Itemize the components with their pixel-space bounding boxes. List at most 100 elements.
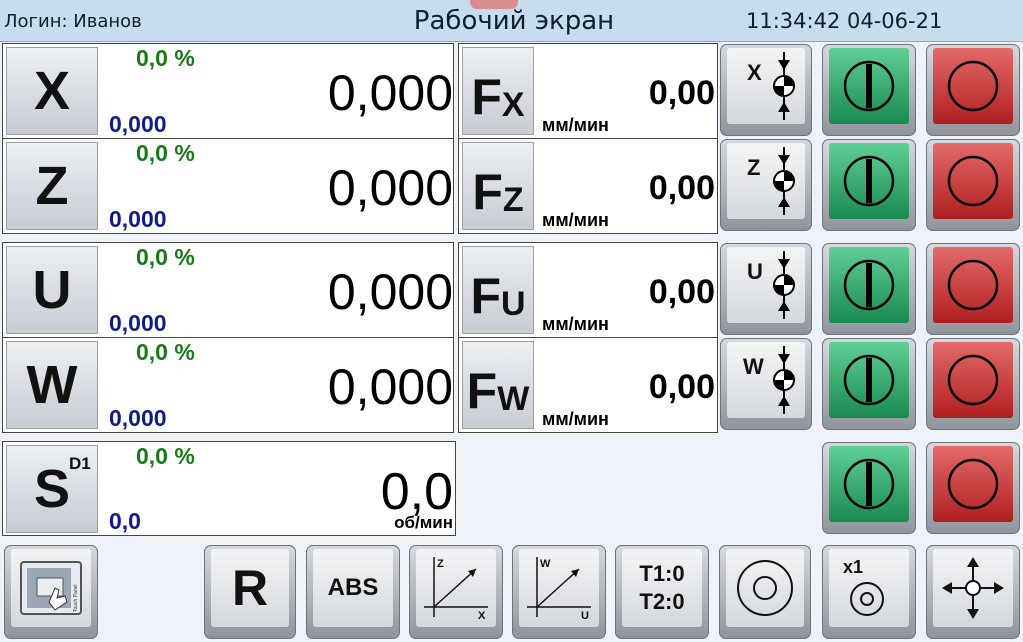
axis-w-button[interactable]: W (6, 341, 98, 429)
axis-x-button[interactable]: X (6, 47, 98, 135)
handwheel-button[interactable]: x1 (822, 545, 916, 639)
spindle-secondary: 0,0 (109, 508, 141, 534)
axis-u-position: 0,000 (327, 264, 453, 320)
feed-row-w: FW 0,00 мм/мин (458, 337, 718, 433)
svg-text:W: W (743, 354, 764, 379)
touch-panel-button[interactable]: Touch Panel (4, 545, 98, 639)
start-face (829, 247, 909, 323)
feed-letter: F (470, 268, 501, 324)
feed-letter: F (466, 363, 498, 419)
zero-point-icon: X (747, 52, 795, 120)
svg-text:Touch Panel: Touch Panel (73, 584, 79, 612)
power-off-icon (947, 60, 999, 112)
jog-arrows-icon (942, 557, 1004, 619)
svg-text:x1: x1 (843, 557, 863, 577)
start-face (829, 48, 909, 124)
start-u-button[interactable] (822, 243, 916, 335)
tool-offset-face: T1:0 T2:0 (622, 549, 702, 627)
abs-button[interactable]: ABS (306, 545, 400, 639)
power-off-icon (947, 155, 999, 207)
tool-offset-button[interactable]: T1:0 T2:0 (615, 545, 709, 639)
svg-text:W: W (540, 558, 551, 570)
axis-x-percent: 0,0 % (136, 45, 195, 71)
stop-face (933, 143, 1013, 219)
jog-button[interactable] (926, 545, 1020, 639)
r-label: R (231, 560, 269, 616)
axis-z-position: 0,000 (327, 160, 453, 216)
power-on-icon (843, 155, 895, 207)
axis-z-button[interactable]: Z (6, 142, 98, 230)
feed-axis: X (501, 86, 525, 124)
zero-point-icon: Z (747, 147, 795, 215)
stop-u-button[interactable] (926, 243, 1020, 335)
circle-mode-face (726, 549, 804, 627)
touch-panel-icon: Touch Panel (20, 561, 82, 615)
plane-wu-button[interactable]: W U (512, 545, 606, 639)
feed-axis: U (500, 285, 526, 323)
stop-face (933, 247, 1013, 323)
feed-w-value: 0,00 (648, 368, 715, 406)
circle-mode-button[interactable] (719, 545, 811, 639)
feed-u-unit: мм/мин (542, 314, 609, 334)
feed-z-button[interactable]: FZ (462, 142, 534, 230)
feed-x-button[interactable]: FX (462, 47, 534, 135)
stop-z-button[interactable] (926, 139, 1020, 231)
power-on-icon (843, 354, 895, 406)
start-face (829, 342, 909, 418)
axis-u-secondary: 0,000 (109, 310, 167, 336)
stop-x-button[interactable] (926, 44, 1020, 136)
start-spindle-button[interactable] (822, 442, 916, 534)
feed-x-unit: мм/мин (542, 115, 609, 135)
feed-row-x: FX 0,00 мм/мин (458, 43, 718, 139)
feed-letter: F (472, 164, 503, 220)
start-z-button[interactable] (822, 139, 916, 231)
power-on-icon (843, 259, 895, 311)
axis-w-secondary: 0,000 (109, 405, 167, 431)
start-x-button[interactable] (822, 44, 916, 136)
stop-face (933, 48, 1013, 124)
axis-row-x: X 0,0 % 0,000 0,000 (2, 43, 454, 139)
zero-x-face: X (727, 48, 805, 124)
zero-point-icon: U (747, 251, 795, 319)
login-label: Логин: Иванов (4, 11, 142, 32)
spindle-button[interactable]: S D1 (6, 445, 98, 533)
spindle-unit: об/мин (394, 513, 453, 532)
axis-x-position: 0,000 (327, 65, 453, 121)
axis-row-u: U 0,0 % 0,000 0,000 (2, 242, 454, 338)
r-button[interactable]: R (204, 545, 296, 639)
svg-text:U: U (747, 259, 763, 284)
feed-w-button[interactable]: FW (462, 341, 534, 429)
axis-row-w: W 0,0 % 0,000 0,000 (2, 337, 454, 433)
axis-x-secondary: 0,000 (109, 111, 167, 137)
feed-x-value: 0,00 (648, 74, 715, 112)
svg-text:Z: Z (437, 558, 444, 570)
feed-u-button[interactable]: FU (462, 246, 534, 334)
feed-row-z: FZ 0,00 мм/мин (458, 138, 718, 234)
stop-w-button[interactable] (926, 338, 1020, 430)
axis-z-percent: 0,0 % (136, 140, 195, 166)
plane-xz-button[interactable]: Z X (409, 545, 503, 639)
stop-face (933, 446, 1013, 522)
plane-xz-face: Z X (416, 549, 496, 627)
zero-x-button[interactable]: X (720, 44, 812, 136)
feed-u-value: 0,00 (648, 273, 715, 311)
stop-spindle-button[interactable] (926, 442, 1020, 534)
r-face: R (211, 549, 289, 627)
axis-u-button[interactable]: U (6, 246, 98, 334)
zero-u-button[interactable]: U (720, 243, 812, 335)
start-w-button[interactable] (822, 338, 916, 430)
zero-w-button[interactable]: W (720, 338, 812, 430)
zero-z-button[interactable]: Z (720, 139, 812, 231)
axis-z-secondary: 0,000 (109, 206, 167, 232)
touch-panel-face: Touch Panel (11, 549, 91, 627)
work-screen: Логин: Иванов Рабочий экран 11:34:42 04-… (0, 0, 1023, 642)
feed-z-value: 0,00 (648, 169, 715, 207)
start-face (829, 446, 909, 522)
power-off-icon (947, 458, 999, 510)
clock-display: 11:34:42 04-06-21 (746, 9, 943, 33)
svg-text:X: X (747, 60, 762, 85)
feed-axis: Z (502, 181, 524, 219)
plane-wu-face: W U (519, 549, 599, 627)
tool-line-1: T1:0 (639, 561, 685, 586)
zero-z-face: Z (727, 143, 805, 219)
